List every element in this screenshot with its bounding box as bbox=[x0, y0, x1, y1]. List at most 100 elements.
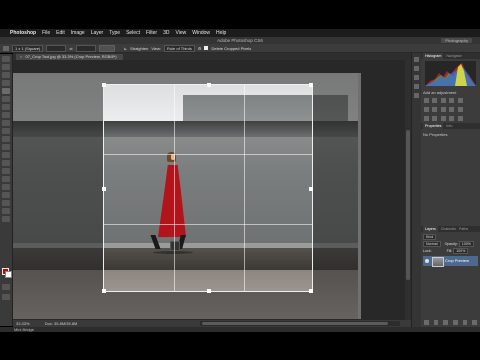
crop-tool-icon[interactable] bbox=[3, 45, 9, 51]
menu-edit[interactable]: Edit bbox=[56, 30, 65, 36]
tab-properties[interactable]: Properties bbox=[423, 123, 444, 129]
ratio-width-field[interactable] bbox=[46, 44, 67, 52]
crop-handle-bottom-right[interactable] bbox=[309, 289, 313, 293]
levels-adjustment-icon[interactable] bbox=[432, 98, 438, 103]
opacity-field[interactable]: 100% bbox=[458, 241, 474, 247]
character-panel-icon[interactable] bbox=[414, 84, 419, 89]
fx-icon[interactable] bbox=[433, 320, 439, 325]
tab-layers[interactable]: Layers bbox=[423, 226, 438, 232]
crop-box[interactable] bbox=[102, 83, 313, 293]
swap-icon[interactable]: ⇄ bbox=[69, 46, 72, 51]
straighten-icon[interactable]: ⊾ bbox=[124, 46, 127, 51]
clear-button[interactable] bbox=[98, 44, 115, 52]
ratio-height-field[interactable] bbox=[75, 44, 96, 52]
vibrance-adjustment-icon[interactable] bbox=[457, 98, 463, 103]
eyedropper-tool-icon[interactable] bbox=[2, 96, 10, 102]
menu-help[interactable]: Help bbox=[216, 30, 226, 36]
move-tool-icon[interactable] bbox=[2, 56, 10, 62]
fill-field[interactable]: 100% bbox=[453, 248, 469, 254]
actions-panel-icon[interactable] bbox=[414, 66, 419, 71]
menu-select[interactable]: Select bbox=[126, 30, 140, 36]
invert-adjustment-icon[interactable] bbox=[424, 116, 429, 121]
ratio-preset-select[interactable]: 1 x 1 (Square) bbox=[12, 44, 44, 52]
menu-type[interactable]: Type bbox=[109, 30, 120, 36]
crop-handle-bottom-left[interactable] bbox=[102, 289, 106, 293]
gradient-tool-icon[interactable] bbox=[2, 144, 10, 150]
tab-paths[interactable]: Paths bbox=[459, 226, 468, 232]
crop-handle-top[interactable] bbox=[207, 83, 211, 87]
tab-navigator[interactable]: Navigator bbox=[446, 53, 461, 59]
color-balance-adjustment-icon[interactable] bbox=[432, 107, 438, 112]
brush-tool-icon[interactable] bbox=[2, 112, 10, 118]
eye-icon[interactable] bbox=[425, 259, 429, 263]
new-layer-icon[interactable] bbox=[462, 320, 468, 325]
blend-mode-select[interactable]: Normal bbox=[423, 241, 441, 247]
menu-photoshop[interactable]: Photoshop bbox=[10, 30, 36, 36]
exposure-adjustment-icon[interactable] bbox=[449, 98, 455, 103]
layer-name[interactable]: Crop Preview bbox=[445, 256, 469, 266]
tab-info[interactable]: Info bbox=[446, 123, 452, 129]
clone-stamp-tool-icon[interactable] bbox=[2, 120, 10, 126]
tab-histogram[interactable]: Histogram bbox=[423, 53, 444, 59]
overlay-select[interactable]: Rule of Thirds bbox=[164, 44, 195, 52]
crop-handle-left[interactable] bbox=[102, 187, 106, 191]
gear-icon[interactable]: ⚙ bbox=[198, 46, 202, 51]
hand-tool-icon[interactable] bbox=[2, 200, 10, 206]
doc-size[interactable]: Doc: 35.8M/35.8M bbox=[45, 321, 78, 326]
quick-mask-icon[interactable] bbox=[2, 284, 10, 290]
zoom-tool-icon[interactable] bbox=[2, 208, 10, 214]
horizontal-scrollbar[interactable] bbox=[200, 321, 400, 326]
zoom-level[interactable]: 33.33% bbox=[16, 321, 30, 326]
screen-mode-icon[interactable] bbox=[2, 294, 10, 300]
paragraph-panel-icon[interactable] bbox=[414, 93, 419, 98]
eraser-tool-icon[interactable] bbox=[2, 136, 10, 142]
type-tool-icon[interactable] bbox=[2, 176, 10, 182]
quick-select-tool-icon[interactable] bbox=[2, 80, 10, 86]
add-mask-icon[interactable] bbox=[443, 320, 448, 325]
healing-tool-icon[interactable] bbox=[2, 104, 10, 110]
menu-view[interactable]: View bbox=[176, 30, 187, 36]
crop-handle-top-right[interactable] bbox=[309, 83, 313, 87]
tab-channels[interactable]: Channels bbox=[441, 226, 456, 232]
black-white-adjustment-icon[interactable] bbox=[440, 107, 446, 112]
history-brush-tool-icon[interactable] bbox=[2, 128, 10, 134]
layer-row-crop-preview[interactable]: Crop Preview bbox=[423, 256, 478, 267]
menu-3d[interactable]: 3D bbox=[163, 30, 169, 36]
shape-tool-icon[interactable] bbox=[2, 192, 10, 198]
path-select-tool-icon[interactable] bbox=[2, 184, 10, 190]
mini-bridge-tab[interactable]: Mini Bridge bbox=[14, 327, 34, 332]
selective-color-adjustment-icon[interactable] bbox=[457, 116, 463, 121]
threshold-adjustment-icon[interactable] bbox=[440, 116, 446, 121]
vertical-scroll-thumb[interactable] bbox=[406, 130, 410, 280]
photo-filter-adjustment-icon[interactable] bbox=[449, 107, 455, 112]
history-panel-icon[interactable] bbox=[414, 57, 419, 62]
link-layers-icon[interactable] bbox=[423, 320, 429, 325]
dodge-tool-icon[interactable] bbox=[2, 160, 10, 166]
menu-file[interactable]: File bbox=[42, 30, 50, 36]
channel-mixer-adjustment-icon[interactable] bbox=[457, 107, 463, 112]
blur-tool-icon[interactable] bbox=[2, 152, 10, 158]
horizontal-scroll-thumb[interactable] bbox=[202, 322, 388, 325]
trash-icon[interactable] bbox=[472, 320, 477, 325]
marquee-tool-icon[interactable] bbox=[2, 64, 10, 70]
new-group-icon[interactable] bbox=[452, 320, 458, 325]
crop-handle-right[interactable] bbox=[309, 187, 313, 191]
brightness-adjustment-icon[interactable] bbox=[424, 98, 429, 103]
gradient-map-adjustment-icon[interactable] bbox=[449, 116, 455, 121]
crop-handle-top-left[interactable] bbox=[102, 83, 106, 87]
delete-cropped-checkbox[interactable] bbox=[204, 46, 209, 50]
menu-image[interactable]: Image bbox=[71, 30, 85, 36]
close-icon[interactable]: × bbox=[20, 54, 22, 59]
menu-layer[interactable]: Layer bbox=[91, 30, 104, 36]
background-color-swatch[interactable] bbox=[5, 271, 12, 278]
menu-window[interactable]: Window bbox=[192, 30, 210, 36]
brush-panel-icon[interactable] bbox=[414, 75, 419, 80]
layer-kind-select[interactable]: Kind bbox=[423, 234, 437, 240]
curves-adjustment-icon[interactable] bbox=[440, 98, 446, 103]
crop-tool-icon[interactable] bbox=[2, 88, 10, 94]
menu-filter[interactable]: Filter bbox=[146, 30, 157, 36]
posterize-adjustment-icon[interactable] bbox=[432, 116, 438, 121]
hue-saturation-adjustment-icon[interactable] bbox=[424, 107, 429, 112]
crop-handle-bottom[interactable] bbox=[207, 289, 211, 293]
extra-tool-icon[interactable] bbox=[2, 216, 10, 222]
